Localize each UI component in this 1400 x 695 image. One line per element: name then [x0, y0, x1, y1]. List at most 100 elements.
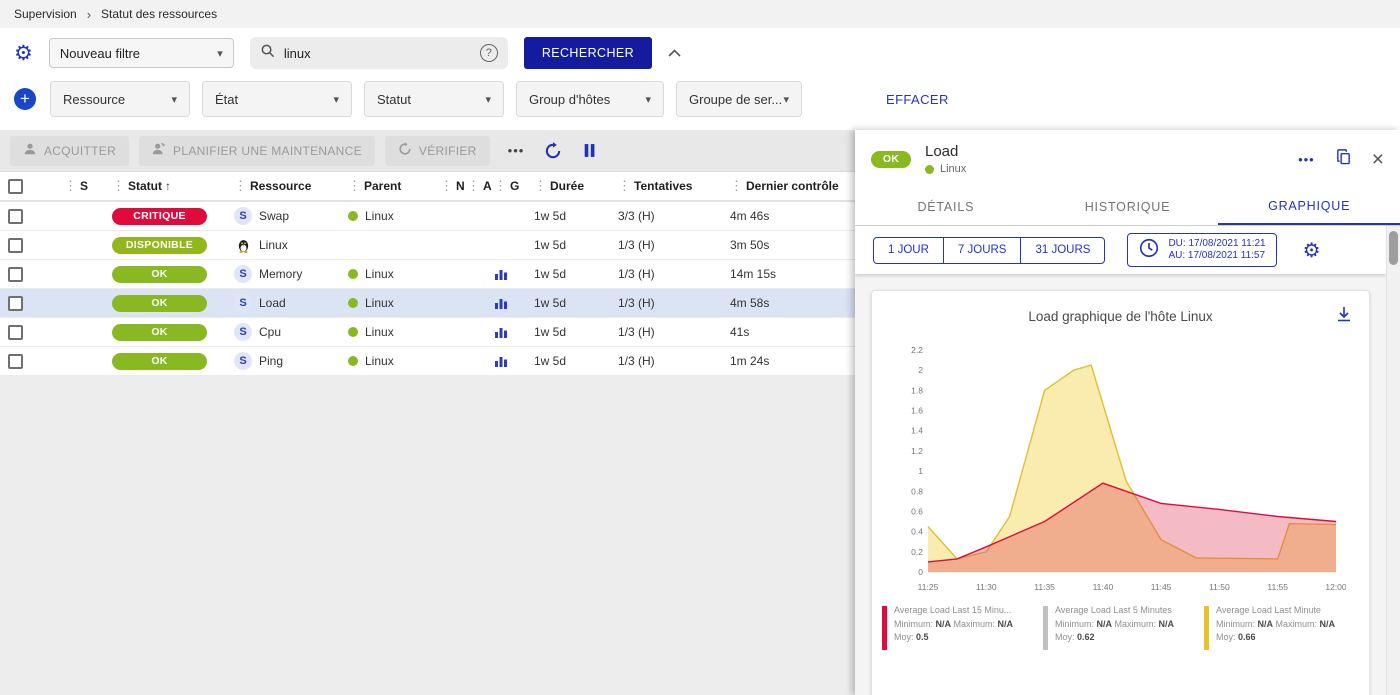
collapse-filters-icon[interactable]	[668, 49, 681, 57]
maintenance-person-icon	[152, 142, 166, 159]
drag-handle-icon[interactable]: ⋮	[494, 178, 507, 194]
graph-icon[interactable]	[494, 325, 508, 339]
table-row[interactable]: CRITIQUE S Swap Linux 1w 5d 3/3 (H) 4m 4…	[0, 202, 855, 231]
row-checkbox[interactable]	[8, 267, 23, 282]
row-checkbox[interactable]	[8, 296, 23, 311]
graph-icon[interactable]	[494, 296, 508, 310]
column-header-parent[interactable]: ⋮ Parent	[340, 178, 432, 194]
row-checkbox[interactable]	[8, 325, 23, 340]
table-row[interactable]: OK S Cpu Linux 1w 5d 1/3 (H) 41s	[0, 318, 855, 347]
status-badge: OK	[112, 266, 207, 283]
refresh-list-button[interactable]	[544, 142, 562, 160]
table-row[interactable]: OK S Memory Linux 1w 5d 1/3 (H) 14m 15s	[0, 260, 855, 289]
search-input[interactable]	[284, 46, 471, 61]
person-icon	[23, 142, 37, 159]
table-row[interactable]: OK S Ping Linux 1w 5d 1/3 (H) 1m 24s	[0, 347, 855, 376]
svg-text:1: 1	[918, 466, 923, 476]
parent-name[interactable]: Linux	[365, 267, 394, 281]
tab-graph[interactable]: GRAPHIQUE	[1218, 188, 1400, 225]
column-header-tries[interactable]: ⋮ Tentatives	[610, 178, 722, 194]
graph-settings-gear-icon[interactable]: ⚙	[1303, 238, 1321, 263]
date-range-picker[interactable]: DU: 17/08/2021 11:21 AU: 17/08/2021 11:5…	[1127, 233, 1276, 267]
legend-item[interactable]: Average Load Last 5 MinutesMinimum: N/A …	[1043, 604, 1198, 650]
resource-name[interactable]: Ping	[259, 354, 283, 368]
range-1day-button[interactable]: 1 JOUR	[873, 237, 944, 264]
range-7days-button[interactable]: 7 JOURS	[943, 237, 1022, 264]
filter-settings-gear-icon[interactable]: ⚙	[14, 43, 33, 64]
parent-name[interactable]: Linux	[365, 325, 394, 339]
legend-item[interactable]: Average Load Last MinuteMinimum: N/A Max…	[1204, 604, 1359, 650]
column-header-action[interactable]: ⋮ A	[459, 178, 486, 194]
resource-name[interactable]: Memory	[259, 267, 302, 281]
duration-cell: 1w 5d	[526, 238, 610, 252]
column-header-graph[interactable]: ⋮ G	[486, 178, 526, 194]
panel-scrollbar[interactable]	[1386, 226, 1400, 695]
saved-filter-select[interactable]: Nouveau filtre ▾	[49, 38, 234, 68]
tab-details[interactable]: DÉTAILS	[855, 188, 1037, 225]
search-icon	[260, 43, 275, 63]
criteria-state-select[interactable]: État ▾	[202, 81, 352, 117]
resource-name[interactable]: Linux	[259, 238, 288, 252]
parent-name[interactable]: Linux	[365, 209, 394, 223]
criteria-hostgroup-select[interactable]: Group d'hôtes ▾	[516, 81, 664, 117]
more-actions-button[interactable]: •••	[508, 143, 525, 158]
panel-host-name[interactable]: Linux	[940, 163, 966, 175]
resource-name[interactable]: Cpu	[259, 325, 281, 339]
drag-handle-icon[interactable]: ⋮	[234, 178, 247, 194]
clear-filters-button[interactable]: EFFACER	[886, 92, 949, 107]
column-header-severity[interactable]: ⋮ S	[56, 178, 104, 194]
row-checkbox[interactable]	[8, 209, 23, 224]
breadcrumb-supervision[interactable]: Supervision	[14, 7, 77, 21]
legend-item[interactable]: Average Load Last 15 Minu...Minimum: N/A…	[882, 604, 1037, 650]
graph-icon[interactable]	[494, 354, 508, 368]
legend-text: Average Load Last 15 Minu...Minimum: N/A…	[894, 604, 1013, 650]
column-header-duration[interactable]: ⋮ Durée	[526, 178, 610, 194]
scrollbar-thumb[interactable]	[1389, 231, 1398, 265]
graph-icon[interactable]	[494, 267, 508, 281]
criteria-servicegroup-select[interactable]: Groupe de ser... ▾	[676, 81, 802, 117]
drag-handle-icon[interactable]: ⋮	[348, 178, 361, 194]
actions-toolbar: ACQUITTER PLANIFIER UNE MAINTENANCE VÉRI…	[0, 130, 855, 172]
row-checkbox[interactable]	[8, 354, 23, 369]
svg-text:11:30: 11:30	[975, 582, 996, 592]
table-row[interactable]: OK S Load Linux 1w 5d 1/3 (H) 4m 58s	[0, 289, 855, 318]
column-header-notes[interactable]: ⋮ N	[432, 178, 459, 194]
close-panel-icon[interactable]: ×	[1372, 149, 1384, 170]
breadcrumb-page[interactable]: Statut des ressources	[101, 7, 217, 21]
parent-name[interactable]: Linux	[365, 354, 394, 368]
search-button[interactable]: RECHERCHER	[524, 37, 652, 69]
select-all-checkbox[interactable]	[8, 179, 23, 194]
pause-autorefresh-button[interactable]	[582, 143, 597, 158]
panel-more-button[interactable]: •••	[1298, 152, 1315, 167]
column-header-status[interactable]: ⋮ Statut ↑	[104, 178, 226, 194]
drag-handle-icon[interactable]: ⋮	[467, 178, 480, 194]
sort-ascending-icon[interactable]: ↑	[165, 179, 171, 193]
export-graph-icon[interactable]	[1335, 305, 1353, 328]
tab-history[interactable]: HISTORIQUE	[1037, 188, 1219, 225]
drag-handle-icon[interactable]: ⋮	[112, 178, 125, 194]
search-box[interactable]: ?	[250, 37, 508, 69]
drag-handle-icon[interactable]: ⋮	[534, 178, 547, 194]
criteria-status-select[interactable]: Statut ▾	[364, 81, 504, 117]
acknowledge-button[interactable]: ACQUITTER	[10, 136, 129, 166]
chevron-down-icon: ▾	[485, 93, 491, 106]
add-criteria-icon[interactable]: +	[14, 88, 36, 110]
search-help-icon[interactable]: ?	[480, 44, 498, 62]
resource-name[interactable]: Load	[259, 296, 286, 310]
criteria-resource-select[interactable]: Ressource ▾	[50, 81, 190, 117]
resource-name[interactable]: Swap	[259, 209, 289, 223]
column-header-last-check[interactable]: ⋮ Dernier contrôle	[722, 178, 855, 194]
table-row[interactable]: DISPONIBLE Linux 1w 5d 1/3 (H) 3m 50s	[0, 231, 855, 260]
range-31days-button[interactable]: 31 JOURS	[1020, 237, 1105, 264]
drag-handle-icon[interactable]: ⋮	[730, 178, 743, 194]
parent-name[interactable]: Linux	[365, 296, 394, 310]
row-checkbox[interactable]	[8, 238, 23, 253]
maintenance-button[interactable]: PLANIFIER UNE MAINTENANCE	[139, 136, 375, 166]
copy-link-icon[interactable]	[1335, 148, 1352, 170]
drag-handle-icon[interactable]: ⋮	[618, 178, 631, 194]
parent-cell: Linux	[340, 325, 432, 339]
check-button[interactable]: VÉRIFIER	[385, 136, 490, 166]
drag-handle-icon[interactable]: ⋮	[64, 178, 77, 194]
column-header-resource[interactable]: ⋮ Ressource	[226, 178, 340, 194]
drag-handle-icon[interactable]: ⋮	[440, 178, 453, 194]
